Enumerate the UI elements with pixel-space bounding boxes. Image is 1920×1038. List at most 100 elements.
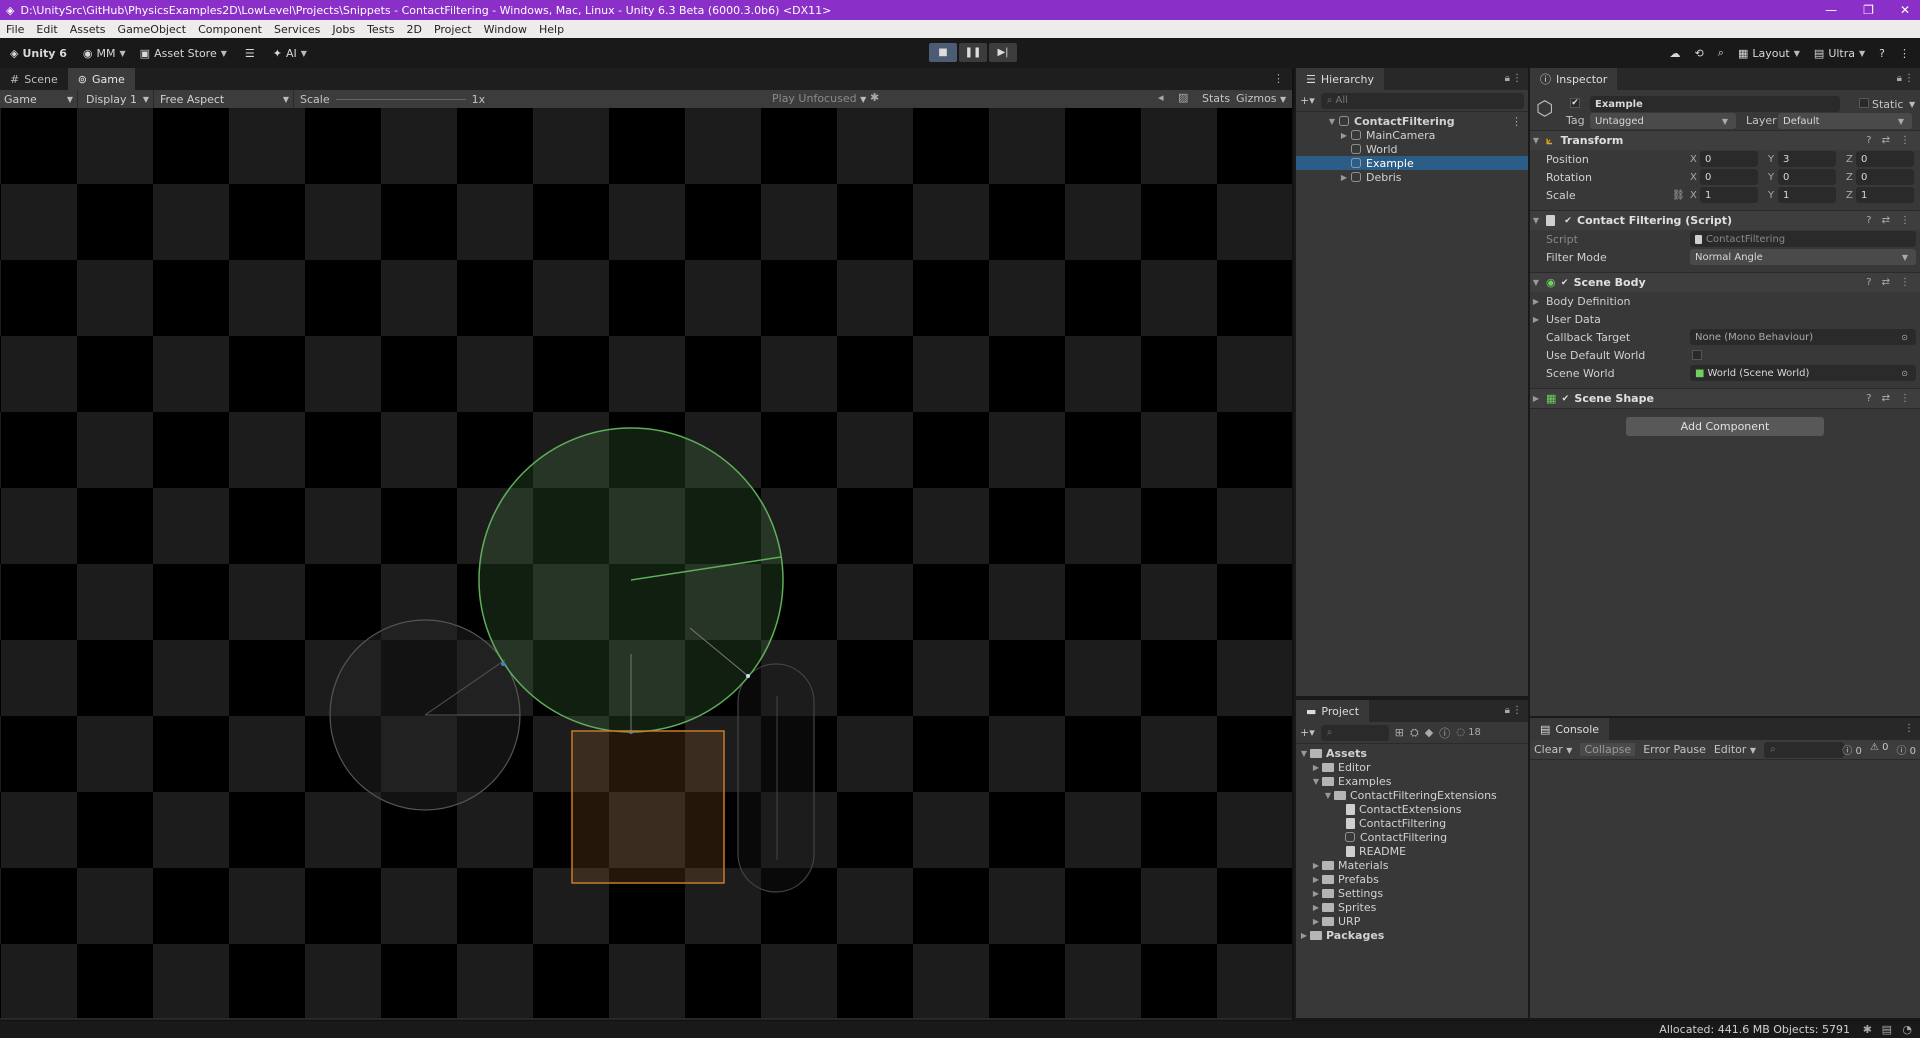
project-item[interactable]: ▶ Settings: [1296, 886, 1528, 900]
scale-y-field[interactable]: 1: [1778, 187, 1836, 203]
menu-window[interactable]: Window: [478, 23, 533, 36]
scale-z-field[interactable]: 1: [1856, 187, 1914, 203]
hierarchy-search-input[interactable]: ⌕ All: [1320, 92, 1524, 109]
project-item[interactable]: ▶ Sprites: [1296, 900, 1528, 914]
enabled-checkbox[interactable]: ✔: [1560, 278, 1570, 288]
play-focus-dropdown[interactable]: Play Unfocused ▼: [772, 92, 866, 105]
progress-icon[interactable]: ◔: [1902, 1023, 1912, 1036]
more-icon[interactable]: ⋮: [1900, 215, 1910, 226]
body-definition-row[interactable]: ▶ Body Definition: [1530, 292, 1920, 310]
visibility-badge[interactable]: ◌ 18: [1456, 727, 1481, 738]
help-icon[interactable]: ?: [1866, 135, 1871, 146]
game-viewport[interactable]: [0, 108, 1292, 1018]
enabled-checkbox[interactable]: ✔: [1563, 216, 1573, 226]
more-icon[interactable]: ⋮: [1512, 705, 1522, 716]
more-icon[interactable]: ⋮: [1511, 115, 1522, 128]
contact-filtering-component-header[interactable]: ▼ ✔ Contact Filtering (Script) ? ⇄ ⋮: [1530, 210, 1920, 230]
minimize-icon[interactable]: —: [1825, 3, 1837, 17]
more-icon[interactable]: ⋮: [1904, 73, 1914, 84]
scale-slider[interactable]: [335, 98, 466, 100]
scale-x-field[interactable]: 1: [1700, 187, 1758, 203]
scene-body-component-header[interactable]: ▼ ◉ ✔ Scene Body ? ⇄ ⋮: [1530, 272, 1920, 292]
label-icon[interactable]: ◆: [1425, 726, 1433, 739]
project-item[interactable]: ▶ Materials: [1296, 858, 1528, 872]
hierarchy-item-debris[interactable]: ▶ Debris: [1296, 170, 1528, 184]
console-log-area[interactable]: [1530, 760, 1920, 1010]
menu-project[interactable]: Project: [428, 23, 478, 36]
lock-icon[interactable]: 🔒︎: [1505, 705, 1510, 716]
tab-game[interactable]: ⊚ Game: [67, 68, 135, 90]
quality-dropdown[interactable]: ▤ Ultra ▼: [1814, 47, 1865, 60]
audio-mute-icon[interactable]: ◂: [1158, 91, 1164, 104]
project-item[interactable]: ▶ Editor: [1296, 760, 1528, 774]
scene-shape-component-header[interactable]: ▶ ▦ ✔ Scene Shape ? ⇄ ⋮: [1530, 388, 1920, 408]
project-item[interactable]: ▶ Prefabs: [1296, 872, 1528, 886]
error-count-toggle[interactable]: ⓘ 0: [1896, 742, 1916, 757]
search-icon[interactable]: ⌕: [1718, 46, 1724, 60]
project-item[interactable]: ▼ ContactFilteringExtensions: [1296, 788, 1528, 802]
project-item[interactable]: ContactExtensions: [1296, 802, 1528, 816]
ai-button[interactable]: ✦ AI ▼: [273, 47, 307, 60]
preset-icon[interactable]: ⇄: [1882, 393, 1890, 404]
menu-file[interactable]: File: [0, 23, 30, 36]
filter-mode-dropdown[interactable]: Normal Angle ▼: [1690, 249, 1916, 265]
tab-hierarchy[interactable]: ☰ Hierarchy: [1296, 68, 1385, 90]
history-icon[interactable]: ⟲: [1695, 47, 1704, 60]
chevron-down-icon[interactable]: ▼: [1909, 100, 1915, 109]
maximize-icon[interactable]: ❐: [1863, 3, 1874, 17]
transform-component-header[interactable]: ▼ ⟀ Transform ? ⇄ ⋮: [1530, 130, 1920, 150]
hierarchy-item-world[interactable]: World: [1296, 142, 1528, 156]
menu-component[interactable]: Component: [192, 23, 268, 36]
user-data-row[interactable]: ▶ User Data: [1530, 310, 1920, 328]
preset-icon[interactable]: ⇄: [1882, 277, 1890, 288]
more-icon[interactable]: ⋮: [1900, 135, 1910, 146]
collapse-toggle[interactable]: Collapse: [1580, 743, 1636, 756]
scene-world-field[interactable]: ■ World (Scene World) ⊙: [1690, 365, 1916, 381]
rotation-z-field[interactable]: 0: [1856, 169, 1914, 185]
step-button[interactable]: ▶|: [989, 43, 1017, 62]
add-icon[interactable]: +▾: [1300, 94, 1315, 107]
object-picker-icon[interactable]: ⊙: [1901, 333, 1908, 342]
clear-dropdown[interactable]: Clear ▼: [1534, 743, 1572, 756]
callback-target-field[interactable]: None (Mono Behaviour) ⊙: [1690, 329, 1916, 345]
preset-icon[interactable]: ⇄: [1882, 135, 1890, 146]
active-checkbox[interactable]: ✔: [1570, 98, 1580, 108]
warning-count-toggle[interactable]: ⚠ 0: [1870, 742, 1889, 757]
error-pause-toggle[interactable]: Error Pause: [1643, 743, 1706, 756]
hierarchy-item-maincamera[interactable]: ▶ MainCamera: [1296, 128, 1528, 142]
filter-icon[interactable]: ⊞: [1395, 726, 1404, 739]
type-filter-icon[interactable]: ⛭: [1410, 726, 1419, 740]
project-item[interactable]: ▶ Packages: [1296, 928, 1528, 942]
tab-console[interactable]: ▤ Console: [1530, 718, 1610, 740]
menu-help[interactable]: Help: [533, 23, 570, 36]
lock-icon[interactable]: 🔒︎: [1505, 73, 1510, 84]
info-count-toggle[interactable]: ⓘ 0: [1842, 742, 1862, 757]
project-item[interactable]: ▶ URP: [1296, 914, 1528, 928]
menu-services[interactable]: Services: [268, 23, 326, 36]
shortcut-icon[interactable]: ▨: [1178, 91, 1188, 104]
help-icon[interactable]: ?: [1866, 215, 1871, 226]
enabled-checkbox[interactable]: ✔: [1560, 394, 1570, 404]
project-search-input[interactable]: ⌕: [1320, 724, 1389, 741]
stop-button[interactable]: ■: [929, 43, 957, 62]
help-icon[interactable]: ?: [1866, 393, 1871, 404]
preset-icon[interactable]: ⇄: [1882, 215, 1890, 226]
tab-inspector[interactable]: ⓘ Inspector: [1530, 68, 1618, 90]
rotation-x-field[interactable]: 0: [1700, 169, 1758, 185]
cloud-icon[interactable]: ☁: [1670, 47, 1681, 60]
position-x-field[interactable]: 0: [1700, 151, 1758, 167]
menu-assets[interactable]: Assets: [64, 23, 112, 36]
pause-button[interactable]: ❚❚: [959, 43, 987, 62]
bug-icon[interactable]: ✱: [870, 91, 879, 104]
project-item[interactable]: ContactFiltering: [1296, 830, 1528, 844]
project-item[interactable]: ContactFiltering: [1296, 816, 1528, 830]
display-dropdown[interactable]: Display 1 ▼: [78, 90, 154, 108]
link-icon[interactable]: ⛓: [1672, 190, 1685, 201]
more-icon[interactable]: ⋮: [1899, 47, 1910, 60]
menu-jobs[interactable]: Jobs: [326, 23, 361, 36]
object-name-field[interactable]: Example: [1590, 96, 1840, 112]
more-icon[interactable]: ⋮: [1273, 72, 1284, 85]
layer-dropdown[interactable]: Default ▼: [1778, 113, 1912, 129]
bug-icon[interactable]: ✱: [1863, 1023, 1872, 1036]
static-checkbox[interactable]: [1859, 98, 1869, 108]
